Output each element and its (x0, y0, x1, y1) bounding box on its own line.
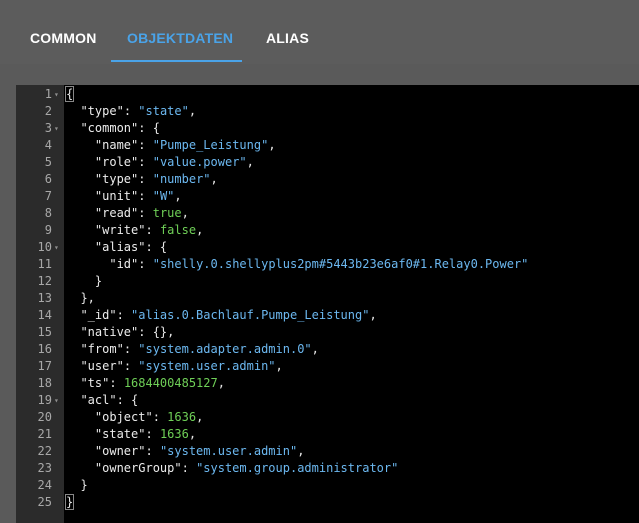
fold-toggle-icon[interactable]: ▾ (54, 239, 64, 256)
fold-toggle-icon[interactable]: ▾ (54, 120, 64, 137)
line-number: 24 (37, 478, 52, 492)
code-text: "ownerGroup": "system.group.administrato… (94, 461, 399, 475)
code-text: "acl": { (80, 393, 139, 407)
code-line: 14 "_id": "alias.0.Bachlauf.Pumpe_Leistu… (16, 307, 639, 324)
code-line: 21 "state": 1636, (16, 426, 639, 443)
code-text: } (66, 478, 88, 492)
code-text: "owner": "system.user.admin", (94, 444, 305, 458)
code-line: 23 "ownerGroup": "system.group.administr… (16, 460, 639, 477)
line-number: 15 (37, 325, 52, 339)
code-text: "id": "shelly.0.shellyplus2pm#5443b23e6a… (109, 257, 529, 271)
line-number: 11 (37, 257, 52, 271)
line-number: 4 (44, 138, 52, 152)
line-number: 9 (44, 223, 52, 237)
code-text: "unit": "W", (94, 189, 182, 203)
tab-common[interactable]: COMMON (30, 30, 97, 64)
line-number: 10 (37, 240, 52, 254)
line-number: 21 (37, 427, 52, 441)
code-text: } (66, 274, 103, 288)
code-text: "user": "system.user.admin", (80, 359, 283, 373)
code-line: 13 }, (16, 290, 639, 307)
code-line: 9 "write": false, (16, 222, 639, 239)
code-text: "write": false, (94, 223, 204, 237)
code-text: "read": true, (94, 206, 189, 220)
code-text: { (64, 86, 75, 102)
tab-objektdaten[interactable]: OBJEKTDATEN (127, 30, 233, 64)
code-line: 2 "type": "state", (16, 103, 639, 120)
code-text: "alias": { (94, 240, 168, 254)
code-line: 3 ▾ "common": { (16, 120, 639, 137)
line-number: 17 (37, 359, 52, 373)
code-line: 1 ▾{ (16, 86, 639, 103)
code-line: 5 "role": "value.power", (16, 154, 639, 171)
code-text: "name": "Pumpe_Leistung", (94, 138, 276, 152)
code-line: 11 "id": "shelly.0.shellyplus2pm#5443b23… (16, 256, 639, 273)
line-number: 6 (44, 172, 52, 186)
line-number: 5 (44, 155, 52, 169)
code-text: "ts": 1684400485127, (80, 376, 225, 390)
fold-toggle-icon[interactable]: ▾ (54, 86, 64, 103)
code-line: 12 } (16, 273, 639, 290)
line-number: 19 (37, 393, 52, 407)
line-number: 20 (37, 410, 52, 424)
line-number: 13 (37, 291, 52, 305)
line-number: 14 (37, 308, 52, 322)
code-line: 8 "read": true, (16, 205, 639, 222)
code-line: 24 } (16, 477, 639, 494)
code-text: "object": 1636, (94, 410, 204, 424)
code-line: 19 ▾ "acl": { (16, 392, 639, 409)
code-text: "from": "system.adapter.admin.0", (80, 342, 319, 356)
code-text: "state": 1636, (94, 427, 197, 441)
json-code-editor[interactable]: 1 ▾{2 "type": "state", 3 ▾ "common": {4 "na… (16, 85, 639, 523)
code-text: "type": "number", (94, 172, 218, 186)
code-text: "_id": "alias.0.Bachlauf.Pumpe_Leistung"… (80, 308, 377, 322)
code-line: 16 "from": "system.adapter.admin.0", (16, 341, 639, 358)
line-number: 2 (44, 104, 52, 118)
fold-toggle-icon[interactable]: ▾ (54, 392, 64, 409)
code-text: } (64, 494, 75, 510)
tab-alias[interactable]: ALIAS (266, 30, 309, 64)
code-line: 7 "unit": "W", (16, 188, 639, 205)
code-line: 25} (16, 494, 639, 511)
line-number: 3 (44, 121, 52, 135)
line-number: 8 (44, 206, 52, 220)
line-number: 12 (37, 274, 52, 288)
code-line: 17 "user": "system.user.admin", (16, 358, 639, 375)
line-number: 16 (37, 342, 52, 356)
code-text: "role": "value.power", (94, 155, 254, 169)
code-text: "native": {}, (80, 325, 175, 339)
code-line: 22 "owner": "system.user.admin", (16, 443, 639, 460)
code-line: 20 "object": 1636, (16, 409, 639, 426)
active-tab-indicator (111, 60, 242, 62)
code-line: 18 "ts": 1684400485127, (16, 375, 639, 392)
code-line: 6 "type": "number", (16, 171, 639, 188)
code-line: 4 "name": "Pumpe_Leistung", (16, 137, 639, 154)
line-number: 7 (44, 189, 52, 203)
code-line: 10 ▾ "alias": { (16, 239, 639, 256)
code-text: "type": "state", (80, 104, 197, 118)
code-line: 15 "native": {}, (16, 324, 639, 341)
tab-bar: COMMON OBJEKTDATEN ALIAS (0, 0, 639, 64)
line-number: 22 (37, 444, 52, 458)
line-number: 25 (37, 495, 52, 509)
code-text: "common": { (80, 121, 160, 135)
line-number: 1 (44, 87, 52, 101)
line-number: 18 (37, 376, 52, 390)
line-number: 23 (37, 461, 52, 475)
code-text: }, (66, 291, 95, 305)
